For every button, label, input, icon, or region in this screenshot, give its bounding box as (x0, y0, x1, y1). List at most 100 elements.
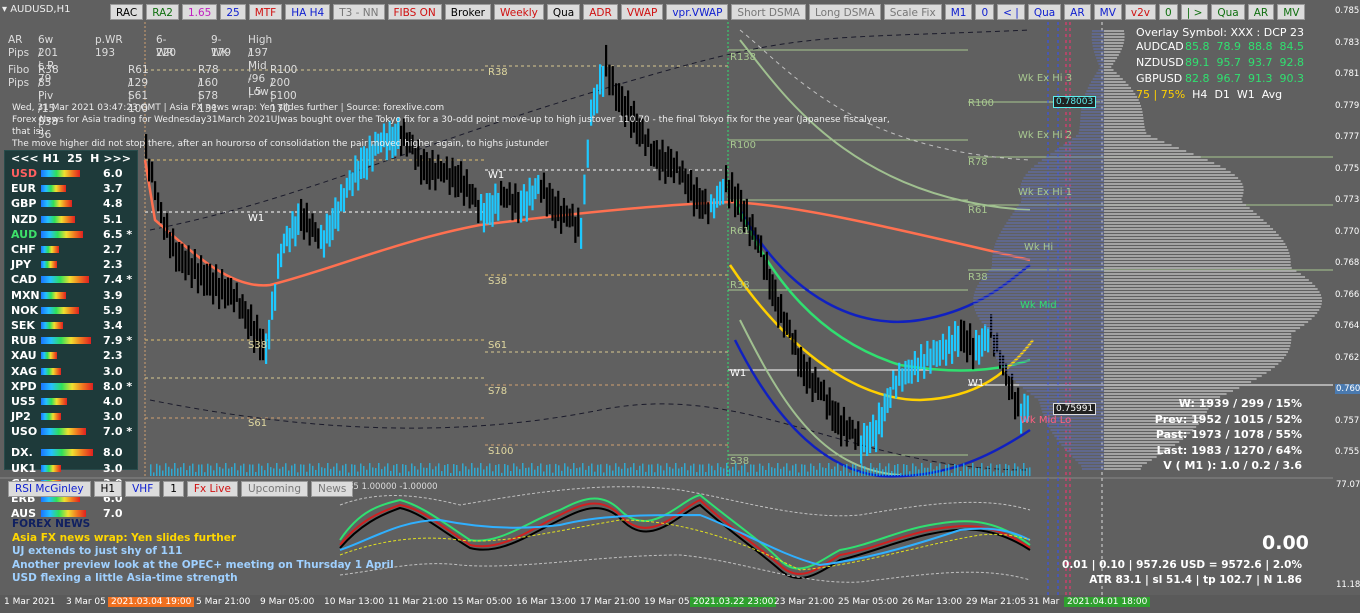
toolbar-button[interactable]: 0 (975, 4, 995, 20)
toolbar-button[interactable]: Qua (1211, 4, 1245, 20)
candle (969, 323, 972, 356)
fib-label-left-s61: S61 (248, 418, 268, 429)
toolbar-button[interactable]: vpr.VWAP (666, 4, 729, 20)
strength-row[interactable]: US5 4.0 (5, 394, 137, 409)
toolbar-button[interactable]: VWAP (620, 4, 664, 20)
candle (605, 44, 608, 77)
strength-row[interactable]: NOK 5.9 (5, 303, 137, 318)
volume-bar (756, 471, 758, 476)
toolbar-button[interactable]: FIBS ON (387, 4, 442, 20)
strength-row[interactable]: XAU 2.3 (5, 348, 137, 363)
strength-row[interactable]: MXN 3.9 (5, 288, 137, 303)
strength-value: 8.0 (103, 446, 123, 460)
strength-row[interactable]: CHF 2.7 (5, 242, 137, 257)
toolbar-button[interactable]: T3 - NN (333, 4, 385, 20)
indicator-tab[interactable]: RSI McGinley (8, 481, 91, 497)
strength-row[interactable]: GBP 4.8 (5, 196, 137, 211)
strength-row[interactable]: USD 6.0 (5, 166, 137, 181)
toolbar-button[interactable]: Scale Fix (883, 4, 942, 20)
prev-button[interactable]: <<< (11, 152, 39, 165)
indicator-tabs: RSI McGinley H1 VHF 1 Fx Live Upcoming News (8, 481, 354, 497)
indicator-tab[interactable]: 1 (163, 481, 184, 497)
toolbar-button[interactable]: HA H4 (285, 4, 331, 20)
toolbar-button[interactable]: RA2 (146, 4, 179, 20)
strength-row[interactable]: CAD 7.4 * (5, 272, 137, 287)
indicator-tab[interactable]: Upcoming (240, 481, 308, 497)
toolbar-button[interactable]: AR (1064, 4, 1091, 20)
toolbar-button[interactable]: Qua (1027, 4, 1062, 20)
strength-period[interactable]: 25 (67, 152, 82, 165)
toolbar-button[interactable]: 25 (220, 4, 246, 20)
toolbar-button[interactable]: M1 (944, 4, 973, 20)
strength-row[interactable]: EUR 3.7 (5, 181, 137, 196)
forex-news-item[interactable]: USD flexing a little Asia-time strength (12, 572, 394, 586)
strength-row[interactable]: JPY 2.3 (5, 257, 137, 272)
toolbar-button[interactable]: MTF (248, 4, 283, 20)
strength-row[interactable]: AUD 6.5 * (5, 227, 137, 242)
toolbar-button[interactable]: MV (1093, 4, 1122, 20)
strength-bar (41, 291, 67, 299)
strength-row[interactable]: UK1 3.0 (5, 461, 137, 476)
candle (422, 148, 426, 181)
strength-row[interactable]: USO 7.0 * (5, 424, 137, 439)
volume-bar (258, 463, 260, 476)
candle (206, 263, 209, 296)
toolbar-button[interactable]: MV (1277, 4, 1306, 20)
volume-bar (834, 466, 836, 476)
forex-news-item[interactable]: UJ extends to just shy of 111 (12, 545, 394, 559)
volume-profile-bar (1104, 171, 1231, 173)
candle (963, 320, 966, 353)
candle (548, 182, 551, 215)
candle (883, 393, 886, 422)
strength-row[interactable]: RUB 7.9 * (5, 333, 137, 348)
volume-profile-bar (1104, 456, 1157, 458)
toolbar-button[interactable]: ADR (583, 4, 618, 20)
forex-news-headline[interactable]: Asia FX news wrap: Yen slides further (12, 532, 394, 546)
toolbar-button[interactable]: < | (997, 4, 1025, 20)
toolbar-button[interactable]: Long DSMA (808, 4, 881, 20)
forex-news-item[interactable]: Another preview look at the OPEC+ meetin… (12, 559, 394, 573)
toolbar-button[interactable]: Weekly (493, 4, 544, 20)
candle (754, 227, 757, 250)
volume-profile-bar (1104, 357, 1285, 359)
toolbar-button[interactable]: 1.65 (181, 4, 218, 20)
volume-bars (150, 463, 1031, 476)
next-button[interactable]: >>> (103, 152, 131, 165)
volume-profile-bar (1104, 273, 1301, 275)
indicator-tab[interactable]: Fx Live (186, 481, 238, 497)
strength-row[interactable]: XPD 8.0 * (5, 379, 137, 394)
indicator-tab[interactable]: VHF (125, 481, 161, 497)
strength-row[interactable]: SEK 3.4 (5, 318, 137, 333)
volume-bar (930, 463, 932, 476)
indicator-tab[interactable]: News (310, 481, 354, 497)
toolbar-button[interactable]: RAC (110, 4, 144, 20)
toolbar-button[interactable]: | > (1180, 4, 1209, 20)
volume-bar (333, 466, 335, 476)
time-label: 15 Mar 05:00 (452, 597, 513, 607)
strength-timeframe[interactable]: H1 (43, 152, 60, 165)
candle (932, 339, 935, 366)
strength-unit[interactable]: H (90, 152, 99, 165)
toolbar-button[interactable]: 0 (1159, 4, 1178, 20)
strength-row[interactable]: JP2 3.0 (5, 409, 137, 424)
subscale-bottom: 11.18863 (1336, 580, 1360, 590)
strength-row[interactable]: NZD 5.1 (5, 212, 137, 227)
candle (212, 272, 215, 305)
indicator-tab[interactable]: H1 (93, 481, 123, 497)
toolbar-button[interactable]: AR (1247, 4, 1275, 20)
candle (157, 192, 160, 212)
strength-row[interactable]: XAG 3.0 (5, 363, 137, 378)
volume-profile-bar (1104, 315, 1315, 317)
toolbar-button[interactable]: Qua (546, 4, 581, 20)
account-amount: 0.00 (1262, 532, 1309, 554)
price-scale[interactable]: 0.78595 0.78380 0.78165 0.77955 0.77735 0.775… (1333, 0, 1360, 480)
candle (765, 251, 768, 281)
candle (500, 180, 503, 206)
toolbar-button[interactable]: v2v (1124, 4, 1157, 20)
volume-bar (1008, 465, 1010, 476)
strength-row[interactable]: DX. 8.0 (5, 445, 137, 460)
time-axis[interactable]: 1 Mar 2021 3 Mar 05 2021.03.04 19:00 5 Mar … (0, 595, 1360, 613)
volume-bar (456, 465, 458, 476)
toolbar-button[interactable]: Short DSMA (731, 4, 806, 20)
toolbar-button[interactable]: Broker (444, 4, 491, 20)
